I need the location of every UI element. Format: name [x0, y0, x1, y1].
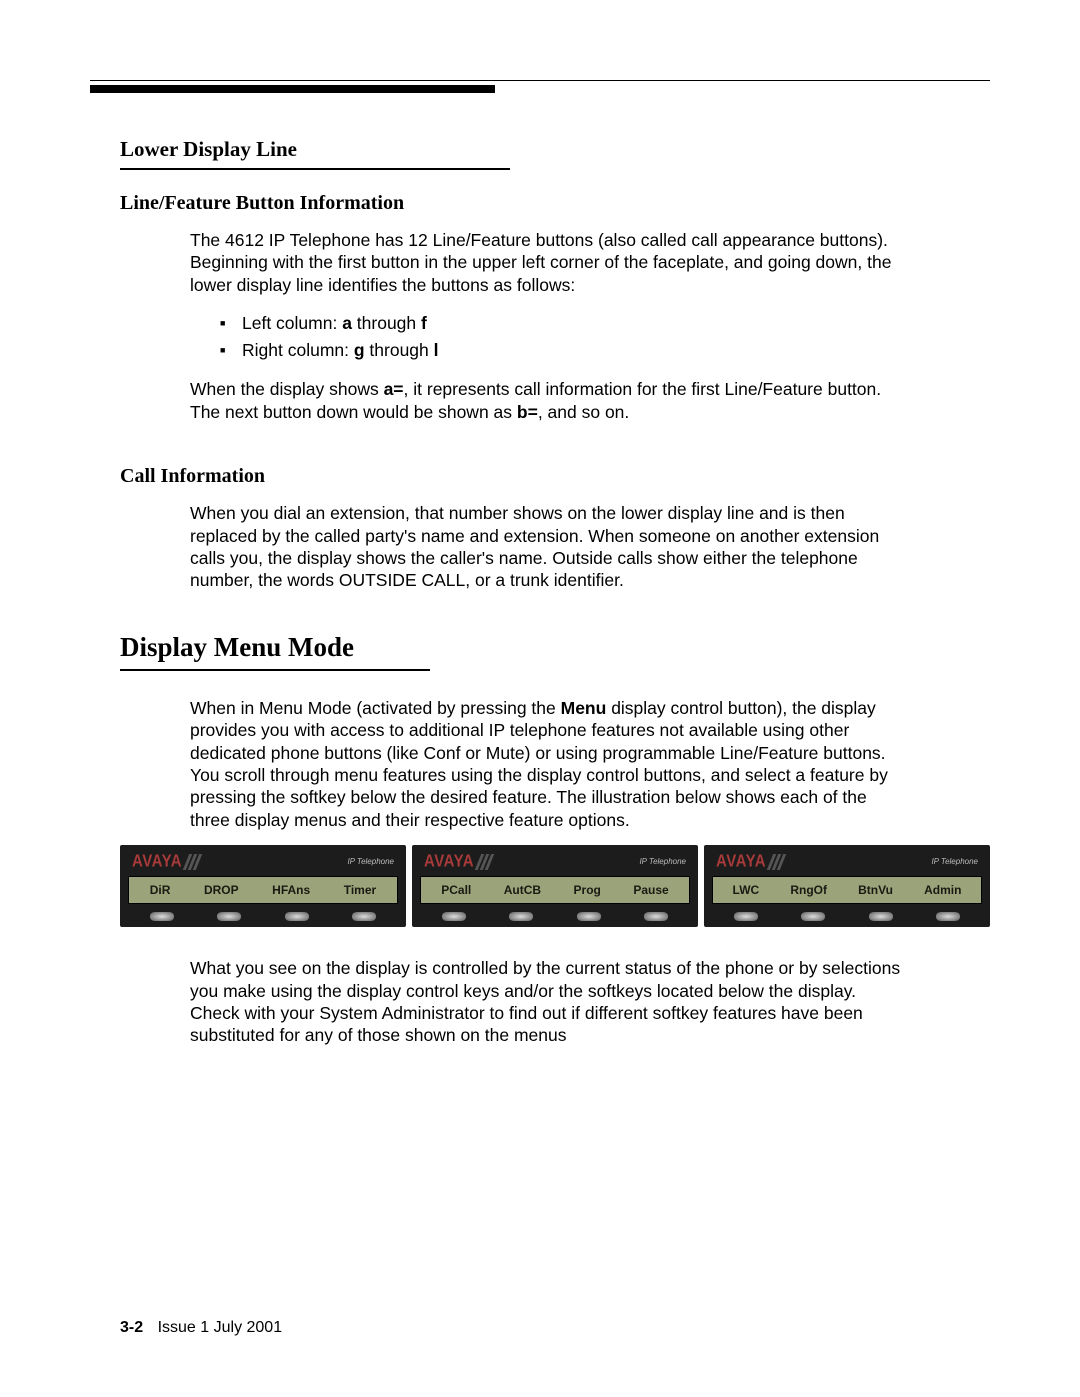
avaya-logo: AVAYA — [132, 852, 182, 872]
softkey-button — [734, 912, 758, 921]
list-text: Left column: — [242, 313, 342, 333]
softkey-label: Pause — [633, 883, 668, 897]
softkey-label: Admin — [924, 883, 961, 897]
softkey-button — [869, 912, 893, 921]
softkey-label: LWC — [733, 883, 760, 897]
ip-telephone-label: IP Telephone — [931, 857, 978, 866]
device-top-left: AVAYA — [716, 853, 783, 870]
text: When in Menu Mode (activated by pressing… — [190, 698, 561, 718]
heading-display-menu-mode: Display Menu Mode — [120, 632, 990, 663]
avaya-logo: AVAYA — [716, 852, 766, 872]
softkey-row — [128, 904, 398, 921]
page-number: 3-2 — [120, 1319, 143, 1336]
bold: Menu — [561, 698, 607, 718]
lcd-screen: LWC RngOf BtnVu Admin — [712, 876, 982, 904]
phone-display-illustrations: AVAYA IP Telephone DiR DROP HFAns Timer — [120, 845, 990, 927]
logo-slashes — [770, 854, 783, 870]
bold: a= — [384, 379, 404, 399]
paragraph: When in Menu Mode (activated by pressing… — [190, 697, 910, 831]
bold: l — [434, 340, 439, 360]
paragraph: The 4612 IP Telephone has 12 Line/Featur… — [190, 229, 910, 296]
softkey-button — [644, 912, 668, 921]
bold: b= — [517, 402, 538, 422]
list-text: through — [352, 313, 421, 333]
content-area: Lower Display Line Line/Feature Button I… — [120, 137, 990, 1047]
ip-telephone-label: IP Telephone — [347, 857, 394, 866]
paragraph: When you dial an extension, that number … — [190, 502, 910, 592]
page-footer: 3-2 Issue 1 July 2001 — [120, 1319, 282, 1337]
phone-display-panel: AVAYA IP Telephone LWC RngOf BtnVu Admin — [704, 845, 990, 927]
paragraph: When the display shows a=, it represents… — [190, 378, 910, 423]
list-item: Right column: g through l — [220, 337, 990, 364]
text: When the display shows — [190, 379, 384, 399]
softkey-label: PCall — [441, 883, 471, 897]
avaya-logo: AVAYA — [424, 852, 474, 872]
bold: f — [421, 313, 427, 333]
softkey-button — [285, 912, 309, 921]
rule-thick — [90, 85, 495, 93]
list-text: Right column: — [242, 340, 354, 360]
issue-date: Issue 1 July 2001 — [158, 1319, 283, 1336]
lcd-screen: PCall AutCB Prog Pause — [420, 876, 690, 904]
rule-thin — [90, 80, 990, 81]
softkey-button — [352, 912, 376, 921]
phone-display-panel: AVAYA IP Telephone DiR DROP HFAns Timer — [120, 845, 406, 927]
lcd-screen: DiR DROP HFAns Timer — [128, 876, 398, 904]
paragraph: What you see on the display is controlle… — [190, 957, 910, 1047]
softkey-label: AutCB — [504, 883, 541, 897]
device-top-left: AVAYA — [424, 853, 491, 870]
softkey-label: RngOf — [790, 883, 827, 897]
softkey-label: DROP — [204, 883, 239, 897]
heading-line-feature-info: Line/Feature Button Information — [120, 192, 990, 215]
logo-slashes — [478, 854, 491, 870]
device-top: AVAYA IP Telephone — [420, 853, 690, 876]
softkey-button — [509, 912, 533, 921]
header-rule — [90, 80, 990, 93]
softkey-row — [420, 904, 690, 921]
softkey-label: DiR — [150, 883, 171, 897]
bullet-list: Left column: a through f Right column: g… — [220, 310, 990, 364]
softkey-button — [577, 912, 601, 921]
device-top: AVAYA IP Telephone — [712, 853, 982, 876]
text: , and so on. — [538, 402, 629, 422]
logo-slashes — [186, 854, 199, 870]
softkey-button — [150, 912, 174, 921]
phone-display-panel: AVAYA IP Telephone PCall AutCB Prog Paus… — [412, 845, 698, 927]
bold: a — [342, 313, 352, 333]
softkey-label: Timer — [344, 883, 376, 897]
heading-underline — [120, 669, 430, 671]
document-page: Lower Display Line Line/Feature Button I… — [0, 0, 1080, 1397]
softkey-row — [712, 904, 982, 921]
section-display-menu-mode: Display Menu Mode — [120, 632, 990, 671]
softkey-label: Prog — [574, 883, 601, 897]
list-text: through — [365, 340, 434, 360]
heading-lower-display-line: Lower Display Line — [120, 137, 990, 162]
softkey-label: BtnVu — [858, 883, 893, 897]
softkey-button — [217, 912, 241, 921]
heading-underline — [120, 168, 510, 170]
softkey-button — [801, 912, 825, 921]
ip-telephone-label: IP Telephone — [639, 857, 686, 866]
softkey-button — [442, 912, 466, 921]
heading-call-information: Call Information — [120, 465, 990, 488]
device-top: AVAYA IP Telephone — [128, 853, 398, 876]
bold: g — [354, 340, 365, 360]
softkey-label: HFAns — [272, 883, 310, 897]
list-item: Left column: a through f — [220, 310, 990, 337]
softkey-button — [936, 912, 960, 921]
device-top-left: AVAYA — [132, 853, 199, 870]
